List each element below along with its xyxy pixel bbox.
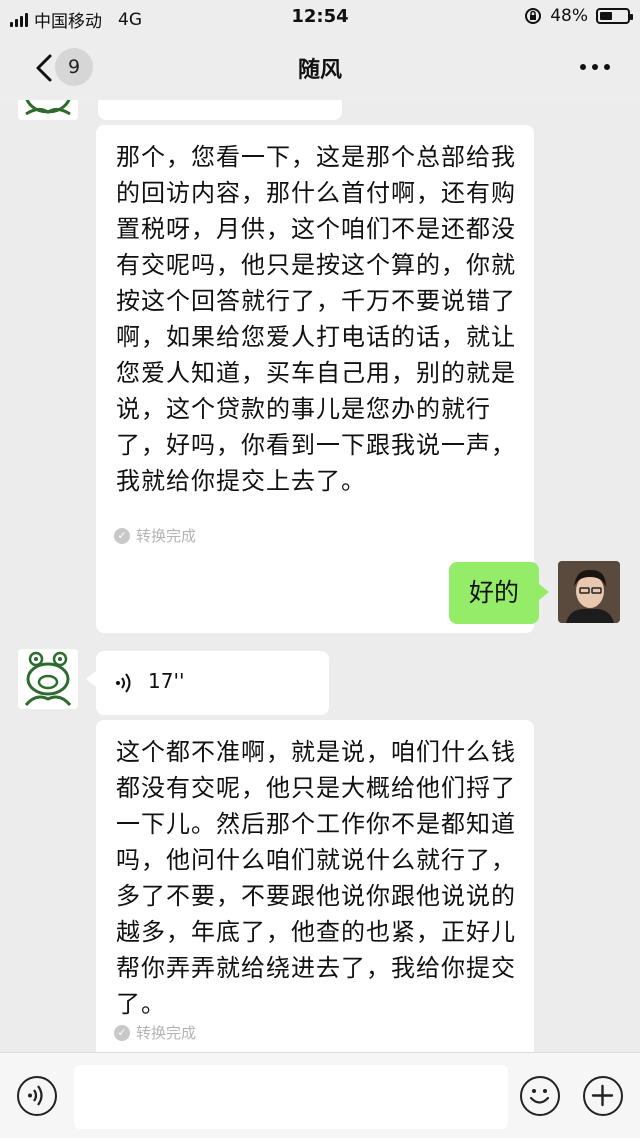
chat-header: 9 随风 (0, 34, 640, 100)
voice-input-icon[interactable] (17, 1076, 57, 1116)
contact-avatar[interactable] (18, 100, 78, 120)
voice-duration: 17'' (148, 669, 185, 693)
plus-icon[interactable] (583, 1076, 623, 1116)
contact-avatar[interactable] (18, 649, 78, 709)
message-input[interactable] (74, 1065, 508, 1129)
frog-avatar-icon (24, 651, 72, 706)
self-avatar[interactable] (558, 561, 620, 623)
voice-message-bubble[interactable]: 17'' (86, 651, 329, 715)
battery-icon (596, 8, 633, 24)
message-list[interactable]: 那个，您看一下，这是那个总部给我的回访内容，那什么首付啊，还有购置税呀，月供，这… (0, 100, 640, 1052)
transcript-status: ✓ 转换完成 (114, 1022, 196, 1043)
frog-avatar-icon (25, 100, 71, 116)
transcript-status-label: 转换完成 (136, 527, 197, 545)
orientation-lock-icon (525, 8, 542, 24)
voice-transcript-bubble[interactable]: 那个，您看一下，这是那个总部给我的回访内容，那什么首付啊，还有购置税呀，月供，这… (96, 125, 534, 633)
battery-level (600, 12, 612, 20)
emoji-icon[interactable] (520, 1076, 560, 1116)
status-right: 48% (524, 6, 633, 26)
transcript-status-label: 转换完成 (136, 1024, 197, 1042)
check-circle-icon: ✓ (114, 527, 130, 544)
transcript-text: 这个都不准啊，就是说，咱们什么钱都没有交呢，他只是大概给他们捋了一下儿。然后那个… (116, 738, 516, 1018)
battery-percent: 48% (550, 6, 588, 26)
voice-transcript-bubble[interactable]: 这个都不准啊，就是说，咱们什么钱都没有交呢，他只是大概给他们捋了一下儿。然后那个… (96, 720, 534, 1052)
input-bar (0, 1052, 640, 1138)
sent-message-bubble[interactable]: 好的 (449, 562, 549, 624)
sent-message-text: 好的 (468, 578, 519, 607)
status-bar: 中国移动 4G 12:54 48% (0, 0, 640, 34)
transcript-status: ✓ 转换完成 (114, 525, 196, 546)
voice-message-bubble-partial[interactable] (98, 100, 342, 120)
person-photo-icon (558, 561, 620, 623)
chat-title: 随风 (297, 58, 342, 83)
check-circle-icon: ✓ (114, 1024, 130, 1041)
voice-wave-icon (116, 673, 131, 693)
transcript-text: 那个，您看一下，这是那个总部给我的回访内容，那什么首付啊，还有购置税呀，月供，这… (116, 143, 516, 495)
more-dots-icon[interactable] (580, 64, 610, 70)
